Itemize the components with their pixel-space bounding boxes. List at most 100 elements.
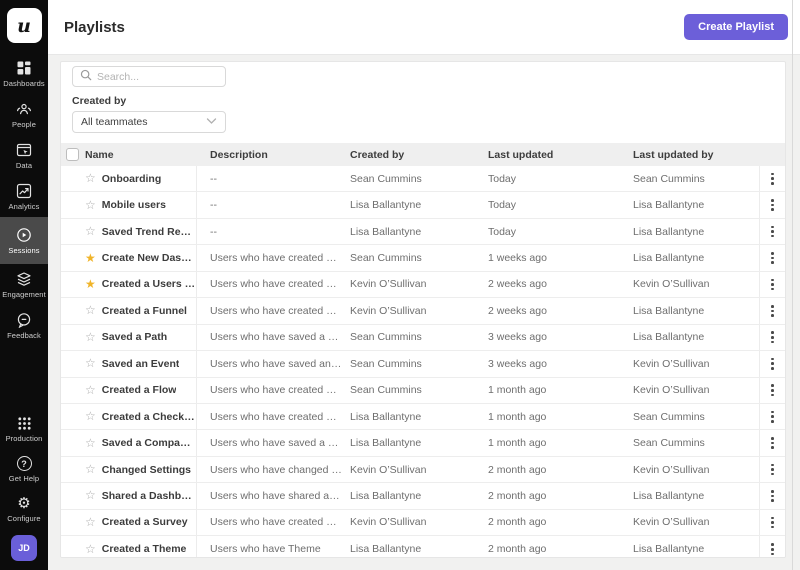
table-row[interactable]: ☆ Saved an Event Users who have saved an… [61, 351, 785, 377]
last-updated-cell: Today [488, 173, 633, 185]
sidebar-item-configure[interactable]: ⚙ Configure [0, 489, 48, 529]
row-menu-button[interactable] [765, 195, 780, 215]
row-menu-button[interactable] [765, 539, 780, 558]
playlist-name[interactable]: Saved an Event [102, 358, 180, 370]
favorite-star-icon[interactable]: ☆ [85, 331, 96, 344]
playlist-name[interactable]: Created a Funnel [102, 305, 187, 317]
column-header-description[interactable]: Description [197, 149, 350, 161]
table-row[interactable]: ☆ Changed Settings Users who have change… [61, 457, 785, 483]
favorite-star-icon[interactable]: ☆ [85, 410, 96, 423]
row-menu-button[interactable] [765, 433, 780, 453]
row-menu-button[interactable] [765, 380, 780, 400]
favorite-star-icon[interactable]: ☆ [85, 437, 96, 450]
last-updated-cell: Today [488, 226, 633, 238]
playlist-name[interactable]: Mobile users [102, 199, 166, 211]
last-updated-cell: 1 month ago [488, 411, 633, 423]
scrollbar[interactable] [792, 0, 793, 570]
table-row[interactable]: ☆ Created a Checklist Users who have cre… [61, 404, 785, 430]
sidebar-item-dashboards[interactable]: Dashboards [0, 53, 48, 94]
table-row[interactable]: ☆ Mobile users -- Lisa Ballantyne Today … [61, 192, 785, 218]
sidebar-item-sessions[interactable]: Sessions [0, 217, 48, 264]
playlist-name[interactable]: Saved a Path [102, 331, 167, 343]
table-row[interactable]: ☆ Saved a Path Users who have saved a Pa… [61, 325, 785, 351]
favorite-star-icon[interactable]: ☆ [85, 172, 96, 185]
row-menu-button[interactable] [765, 354, 780, 374]
table-row[interactable]: ☆ Saved Trend Report - C... -- Lisa Ball… [61, 219, 785, 245]
row-menu-button[interactable] [765, 486, 780, 506]
last-updated-by-cell: Sean Cummins [633, 411, 759, 423]
playlist-name[interactable]: Onboarding [102, 173, 162, 185]
row-menu-button[interactable] [765, 222, 780, 242]
select-all-checkbox[interactable] [66, 148, 79, 161]
column-header-last-updated[interactable]: Last updated [488, 149, 633, 161]
favorite-star-icon[interactable]: ☆ [85, 357, 96, 370]
sidebar-item-production[interactable]: Production [0, 409, 48, 449]
favorite-star-icon[interactable]: ☆ [85, 199, 96, 212]
sidebar-item-data[interactable]: Data [0, 135, 48, 176]
favorite-star-icon[interactable]: ☆ [85, 225, 96, 238]
sidebar-item-feedback[interactable]: Feedback [0, 305, 48, 346]
playlist-name[interactable]: Saved a Company Segm... [102, 437, 196, 449]
playlist-name[interactable]: Created a Users Segment [102, 278, 196, 290]
playlist-name[interactable]: Created a Survey [102, 516, 188, 528]
last-updated-cell: Today [488, 199, 633, 211]
playlist-name[interactable]: Created a Theme [102, 543, 187, 555]
search-input[interactable] [97, 71, 218, 83]
created-by-cell: Kevin O’Sullivan [350, 464, 488, 476]
sidebar-item-engagement[interactable]: Engagement [0, 264, 48, 305]
user-avatar[interactable]: JD [11, 535, 37, 561]
playlist-name[interactable]: Created a Flow [102, 384, 177, 396]
create-playlist-button[interactable]: Create Playlist [684, 14, 788, 40]
table-row[interactable]: ★ Create New Dashboard Users who have cr… [61, 245, 785, 271]
playlist-name[interactable]: Saved Trend Report - C... [102, 226, 196, 238]
row-menu-button[interactable] [765, 327, 780, 347]
playlist-name[interactable]: Created a Checklist [102, 411, 196, 423]
created-by-cell: Lisa Ballantyne [350, 199, 488, 211]
table-row[interactable]: ☆ Onboarding -- Sean Cummins Today Sean … [61, 166, 785, 192]
playlist-description: Users who have created a Fun... [197, 305, 350, 317]
row-menu-button[interactable] [765, 169, 780, 189]
table-row[interactable]: ★ Created a Users Segment Users who have… [61, 272, 785, 298]
sidebar-item-analytics[interactable]: Analytics [0, 176, 48, 217]
last-updated-by-cell: Kevin O’Sullivan [633, 358, 759, 370]
row-menu-button[interactable] [765, 248, 780, 268]
column-header-created-by[interactable]: Created by [350, 149, 488, 161]
favorite-star-icon[interactable]: ☆ [85, 304, 96, 317]
playlist-name[interactable]: Create New Dashboard [102, 252, 196, 264]
last-updated-by-cell: Sean Cummins [633, 437, 759, 449]
table-row[interactable]: ☆ Created a Flow Users who have created … [61, 378, 785, 404]
favorite-star-icon[interactable]: ☆ [85, 463, 96, 476]
row-menu-button[interactable] [765, 407, 780, 427]
table-row[interactable]: ☆ Created a Funnel Users who have create… [61, 298, 785, 324]
row-menu-button[interactable] [765, 460, 780, 480]
row-menu-button[interactable] [765, 301, 780, 321]
playlist-name[interactable]: Changed Settings [102, 464, 191, 476]
top-header: Playlists Create Playlist [48, 0, 800, 55]
row-menu-button[interactable] [765, 275, 780, 295]
favorite-star-icon[interactable]: ☆ [85, 516, 96, 529]
playlist-description: Users who have Theme [197, 543, 350, 555]
app-logo[interactable]: u [7, 8, 42, 43]
playlist-description: Users who have shared a Dashboar [197, 490, 350, 502]
last-updated-by-cell: Lisa Ballantyne [633, 252, 759, 264]
table-row[interactable]: ☆ Shared a Dashboard Users who have shar… [61, 483, 785, 509]
row-menu-button[interactable] [765, 513, 780, 533]
playlist-name[interactable]: Shared a Dashboard [102, 490, 196, 502]
sidebar-item-label: Production [6, 434, 43, 443]
last-updated-by-cell: Lisa Ballantyne [633, 543, 759, 555]
favorite-star-icon[interactable]: ★ [85, 278, 96, 291]
created-by-select[interactable]: All teammates [72, 111, 226, 133]
table-row[interactable]: ☆ Created a Theme Users who have Theme L… [61, 536, 785, 558]
column-header-name[interactable]: Name [85, 143, 197, 166]
table-row[interactable]: ☆ Saved a Company Segm... Users who have… [61, 430, 785, 456]
last-updated-by-cell: Lisa Ballantyne [633, 199, 759, 211]
favorite-star-icon[interactable]: ☆ [85, 489, 96, 502]
sidebar-item-get-help[interactable]: ? Get Help [0, 449, 48, 489]
sidebar-item-people[interactable]: People [0, 94, 48, 135]
column-header-last-updated-by[interactable]: Last updated by [633, 149, 759, 161]
table-row[interactable]: ☆ Created a Survey Users who have create… [61, 510, 785, 536]
favorite-star-icon[interactable]: ★ [85, 252, 96, 265]
favorite-star-icon[interactable]: ☆ [85, 543, 96, 556]
favorite-star-icon[interactable]: ☆ [85, 384, 96, 397]
created-by-cell: Sean Cummins [350, 252, 488, 264]
